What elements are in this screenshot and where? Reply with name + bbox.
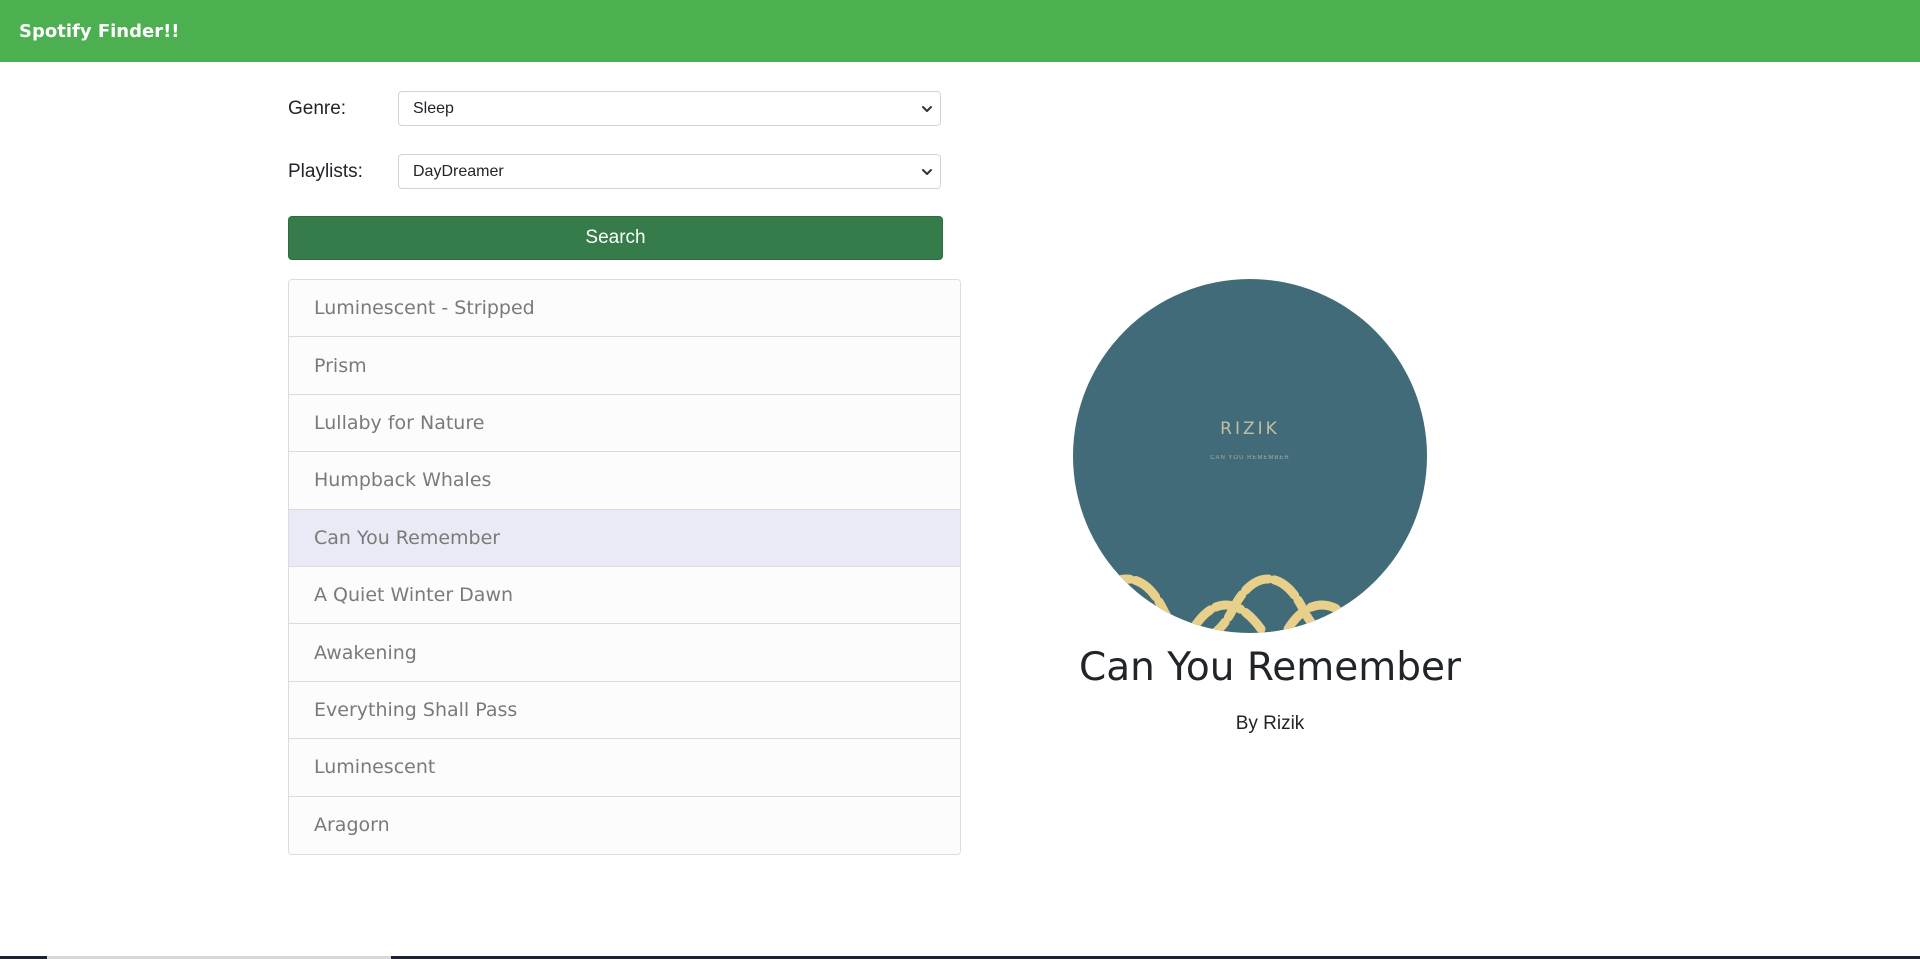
navbar: Spotify Finder!!	[0, 0, 1920, 62]
track-item[interactable]: Prism	[289, 337, 960, 395]
playlists-label: Playlists:	[288, 160, 363, 182]
brand-title[interactable]: Spotify Finder!!	[19, 21, 180, 42]
track-item[interactable]: Lullaby for Nature	[289, 394, 960, 453]
chevron-down-icon	[922, 105, 932, 112]
genre-select[interactable]: Sleep	[398, 91, 941, 126]
track-item[interactable]: Everything Shall Pass	[289, 681, 960, 740]
chevron-down-icon	[922, 168, 932, 175]
track-item[interactable]: Humpback Whales	[289, 452, 960, 510]
track-item[interactable]: Awakening	[289, 624, 960, 682]
song-artist: By Rizik	[1235, 713, 1305, 734]
playlists-select[interactable]: DayDreamer	[398, 154, 941, 189]
genre-select-value: Sleep	[413, 99, 454, 117]
album-cover: RIZIK CAN YOU REMEMBER	[1073, 279, 1427, 633]
cover-wave-art	[1078, 573, 1427, 633]
song-title: Can You Remember	[1079, 645, 1461, 690]
genre-label: Genre:	[288, 97, 347, 119]
genre-row: Genre: Sleep	[288, 91, 943, 126]
playlists-select-value: DayDreamer	[413, 162, 504, 180]
track-list: Luminescent - Stripped Prism Lullaby for…	[288, 279, 961, 855]
track-item-selected[interactable]: Can You Remember	[289, 509, 960, 567]
track-item[interactable]: Luminescent	[289, 739, 960, 797]
track-item[interactable]: Aragorn	[289, 796, 960, 854]
playlists-row: Playlists: DayDreamer	[288, 154, 943, 189]
track-item[interactable]: A Quiet Winter Dawn	[289, 566, 960, 625]
search-button[interactable]: Search	[288, 216, 943, 260]
track-item[interactable]: Luminescent - Stripped	[289, 280, 960, 338]
